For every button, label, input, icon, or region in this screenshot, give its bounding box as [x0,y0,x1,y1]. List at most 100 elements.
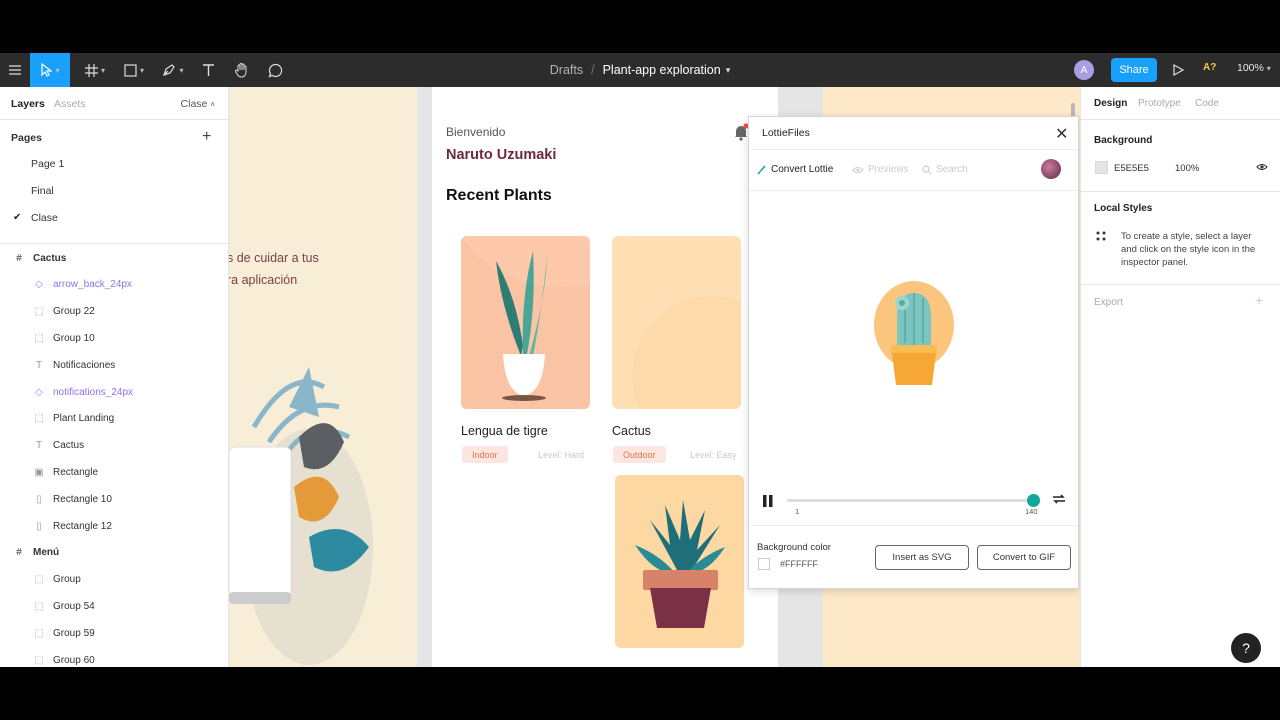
frame-cactus-home[interactable]: Bienvenido Naruto Uzumaki Recent Plants … [432,87,778,667]
layer-frame-row[interactable]: # Cactus [0,245,229,271]
plant-card-lengua[interactable] [461,236,590,409]
layer-row[interactable]: ◇ arrow_back_24px [0,272,229,298]
letterbox-bottom [0,667,1280,720]
tab-code[interactable]: Code [1195,98,1219,109]
plant-card-cactus[interactable] [612,236,741,409]
layer-row[interactable]: ⬚ Group 59 [0,620,229,646]
layer-row[interactable]: ▯ Rectangle 12 [0,513,229,539]
layer-row[interactable]: ⬚ Group [0,567,229,593]
page-item[interactable]: Page 1 [31,158,64,170]
add-export-button[interactable]: + [1255,292,1263,308]
layer-label: Cactus [53,440,85,452]
page-item[interactable]: Final [31,185,54,197]
layer-label: Group 10 [53,332,95,344]
notification-bell-icon[interactable] [733,123,749,141]
nav-label: Previews [868,164,909,175]
group-icon: ⬚ [34,413,44,425]
rectangle-thin-icon: ▯ [36,520,42,532]
hand-tool-button[interactable] [228,53,256,87]
plugin-user-avatar[interactable] [1041,159,1061,179]
layer-row[interactable]: ⬚ Group 10 [0,325,229,351]
file-name[interactable]: Plant-app exploration [603,63,721,77]
present-play-icon[interactable] [1170,60,1186,80]
layer-row[interactable]: ⬚ Group 22 [0,299,229,325]
layer-row[interactable]: T Notificaciones [0,352,229,378]
layer-row[interactable]: ⬚ Group 54 [0,593,229,619]
rectangle-icon [124,63,137,77]
landing-text-line: ra aplicación [229,273,298,287]
layer-label: Rectangle 10 [53,493,112,505]
lottie-cactus-animation [874,281,954,385]
text-tool-button[interactable] [196,53,220,87]
layer-row[interactable]: ⬚ Group 60 [0,647,229,673]
landing-illustration [229,367,373,665]
background-opacity[interactable]: 100% [1175,163,1199,174]
checkmark-icon: ✔ [13,212,22,223]
breadcrumb-drafts[interactable]: Drafts [550,63,583,77]
plant-level: Level: Easy [690,450,737,460]
lottiefiles-plugin-window: LottieFiles ✕ Convert Lottie Previews Se… [748,116,1079,589]
frame-plant-landing[interactable]: s de cuidar a tus ra aplicación [229,87,417,667]
divider [1081,284,1280,285]
plant-tag: Indoor [462,446,508,463]
layer-row[interactable]: ⬚ Plant Landing [0,406,229,432]
background-color-value[interactable]: #FFFFFF [780,559,818,569]
eye-icon[interactable] [1256,162,1268,172]
chevron-down-icon[interactable]: ▾ [726,65,731,76]
layer-frame-row[interactable]: # Menú [0,540,229,566]
help-button[interactable]: ? [1231,633,1261,663]
nav-convert-lottie[interactable]: Convert Lottie [757,164,833,175]
background-color-swatch[interactable] [758,558,770,570]
pause-icon[interactable] [762,494,774,508]
accessibility-badge[interactable]: A? [1203,62,1216,73]
layer-row[interactable]: ◇ notifications_24px [0,379,229,405]
move-tool-button[interactable]: ▾ [30,53,70,87]
chevron-up-icon: ˄ [210,100,215,109]
main-menu-button[interactable] [0,53,30,87]
pen-tool-button[interactable]: ▾ [156,53,190,87]
export-header: Export [1094,297,1123,308]
tab-prototype[interactable]: Prototype [1138,98,1181,109]
frame-tool-button[interactable]: ▾ [78,53,112,87]
nav-search[interactable]: Search [922,164,968,175]
group-icon: ⬚ [34,306,44,318]
add-page-button[interactable]: + [202,128,211,146]
shape-tool-button[interactable]: ▾ [116,53,152,87]
comment-tool-button[interactable] [262,53,288,87]
lottie-brush-icon [757,165,766,174]
chevron-down-icon: ▾ [179,65,184,75]
layer-label: Cactus [33,252,67,264]
group-icon: ⬚ [34,600,44,612]
layer-label: arrow_back_24px [53,279,132,291]
layer-label: Group 54 [53,600,95,612]
convert-to-gif-button[interactable]: Convert to GIF [977,545,1071,570]
close-icon[interactable]: ✕ [1055,124,1068,144]
nav-previews[interactable]: Previews [852,164,909,175]
insert-as-svg-button[interactable]: Insert as SVG [875,545,969,570]
layer-row[interactable]: ▯ Rectangle 10 [0,486,229,512]
background-swatch[interactable] [1095,161,1108,174]
page-item-selected[interactable]: Clase [31,212,58,224]
tab-layers[interactable]: Layers [11,98,45,110]
text-icon: T [35,359,43,371]
timeline-track[interactable] [787,499,1033,502]
page-selector[interactable]: Clase ˄ [181,98,215,110]
layer-row[interactable]: T Cactus [0,433,229,459]
user-avatar[interactable]: A [1074,60,1094,80]
layers-panel: Layers Assets Clase ˄ Pages + Page 1 Fin… [0,87,229,667]
background-hex[interactable]: E5E5E5 [1114,163,1149,174]
divider [749,149,1078,150]
loop-icon[interactable] [1051,491,1067,507]
background-header: Background [1094,135,1153,146]
layer-row[interactable]: ▣ Rectangle [0,459,229,485]
tab-assets[interactable]: Assets [54,98,86,110]
pen-icon [163,64,176,76]
zoom-menu[interactable]: 100% ▾ [1237,62,1271,74]
plant-card-agave[interactable] [615,475,744,648]
cursor-icon [41,63,53,77]
tab-design[interactable]: Design [1094,98,1127,109]
background-color-label: Background color [757,542,831,553]
plugin-title: LottieFiles [762,127,810,139]
share-button[interactable]: Share [1111,58,1157,82]
timeline-scrubber[interactable] [1027,494,1040,507]
